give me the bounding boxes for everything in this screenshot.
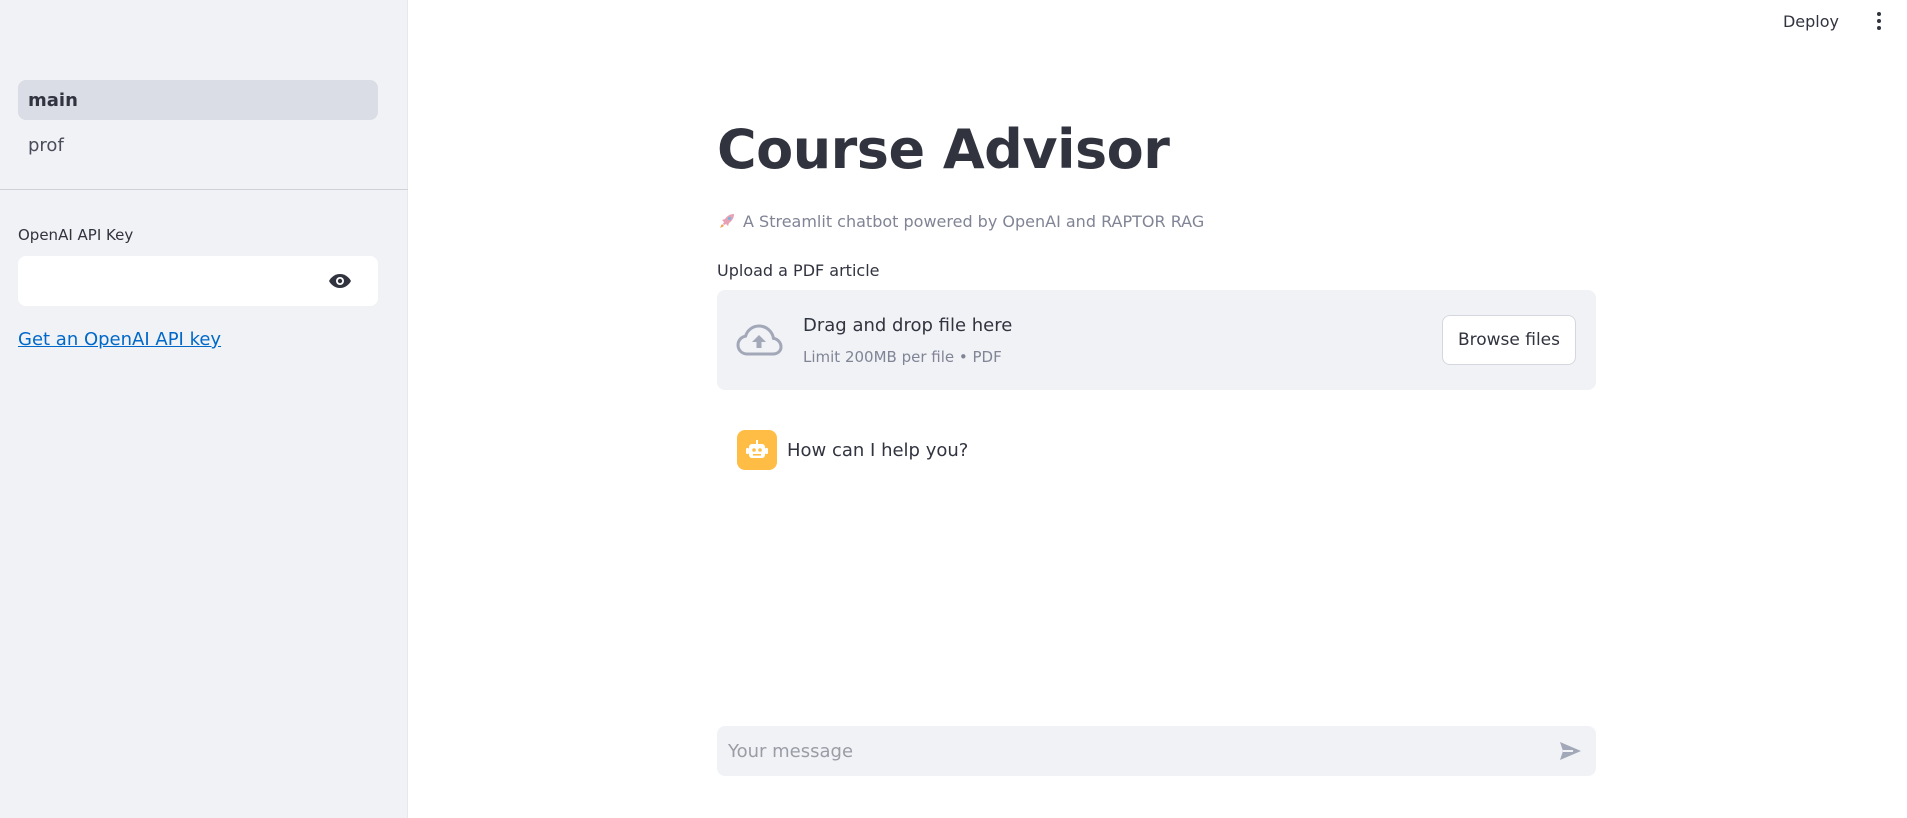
- page-title: Course Advisor: [717, 118, 1170, 181]
- sidebar-nav: main prof: [18, 80, 378, 170]
- send-icon[interactable]: [1558, 740, 1582, 762]
- api-key-label: OpenAI API Key: [18, 226, 134, 244]
- chat-input-wrapper: [717, 726, 1596, 776]
- dropzone-title: Drag and drop file here: [803, 315, 1013, 336]
- chat-message-text: How can I help you?: [787, 439, 969, 461]
- file-dropzone[interactable]: Drag and drop file here Limit 200MB per …: [717, 290, 1596, 390]
- cloud-upload-icon: [736, 324, 783, 356]
- chat-message: How can I help you?: [737, 430, 968, 470]
- eye-icon[interactable]: [328, 271, 352, 291]
- api-key-input[interactable]: [18, 256, 318, 306]
- sidebar-divider: [0, 189, 408, 190]
- api-key-field-wrapper: [18, 256, 378, 306]
- avatar: [737, 430, 777, 470]
- sidebar: main prof OpenAI API Key Get an OpenAI A…: [0, 0, 408, 818]
- sidebar-item-prof[interactable]: prof: [18, 125, 378, 165]
- browse-files-button[interactable]: Browse files: [1441, 315, 1576, 365]
- chat-input[interactable]: [717, 726, 1537, 776]
- get-api-key-link[interactable]: Get an OpenAI API key: [18, 329, 221, 350]
- rocket-icon: [720, 214, 734, 228]
- caption-text: A Streamlit chatbot powered by OpenAI an…: [743, 211, 1205, 231]
- kebab-menu-icon[interactable]: [1873, 12, 1885, 32]
- sidebar-item-label: main: [28, 89, 78, 111]
- page-caption: A Streamlit chatbot powered by OpenAI an…: [717, 211, 1204, 231]
- deploy-button[interactable]: Deploy: [1779, 12, 1843, 31]
- dropzone-limit: Limit 200MB per file • PDF: [803, 348, 1002, 366]
- upload-label: Upload a PDF article: [717, 261, 880, 280]
- robot-icon: [746, 440, 768, 458]
- sidebar-item-label: prof: [28, 134, 64, 156]
- sidebar-item-main[interactable]: main: [18, 80, 378, 120]
